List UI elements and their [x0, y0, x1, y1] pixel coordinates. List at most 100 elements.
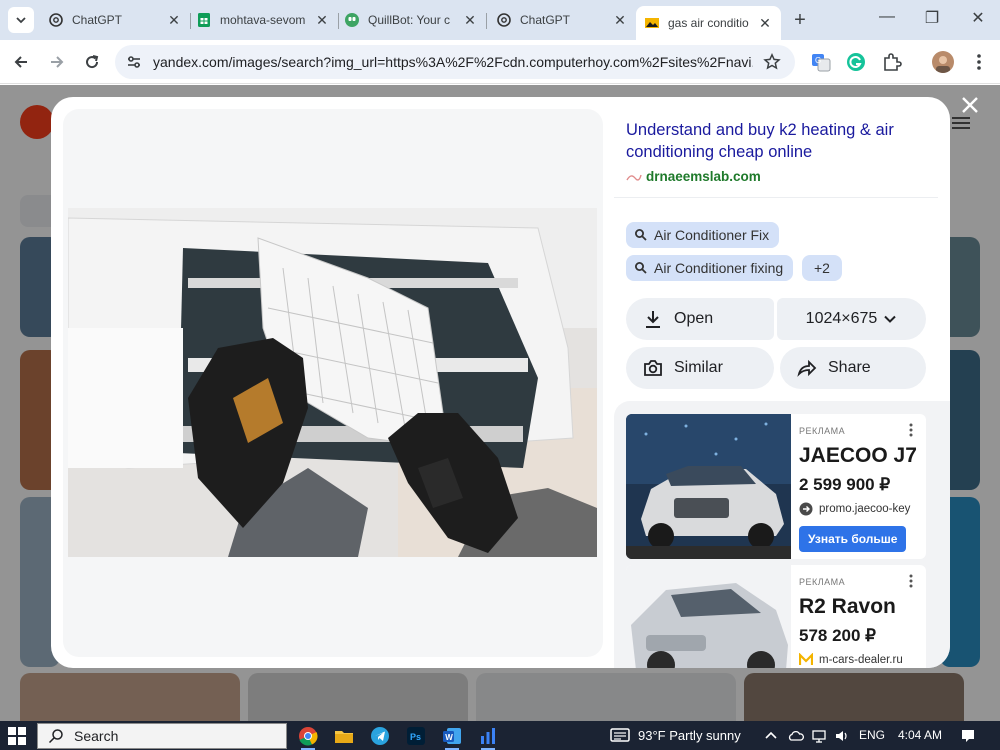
chrome-icon[interactable] [298, 726, 318, 746]
window-close-button[interactable]: ✕ [968, 8, 988, 28]
reload-button[interactable] [80, 50, 104, 74]
svg-text:Ps: Ps [410, 732, 421, 742]
ad-image[interactable] [626, 414, 791, 559]
tab-search-button[interactable] [8, 7, 34, 33]
tab-separator [486, 13, 487, 29]
extensions-icon[interactable] [881, 51, 903, 73]
tab-chatgpt-2[interactable]: ChatGPT ✕ [488, 6, 636, 34]
photoshop-icon[interactable]: Ps [406, 726, 426, 746]
tag-label: Air Conditioner fixing [654, 260, 784, 276]
windows-taskbar: Search Ps W 93°F Partly sunny ENG 4:04 A… [0, 721, 1000, 750]
taskbar-search-label: Search [74, 728, 119, 744]
volume-icon[interactable] [834, 728, 850, 744]
address-bar[interactable]: yandex.com/images/search?img_url=https%3… [115, 45, 795, 79]
grammarly-icon[interactable] [845, 51, 867, 73]
menu-dots-icon[interactable] [968, 51, 990, 73]
weather-news-icon [610, 728, 630, 742]
language-indicator[interactable]: ENG [859, 728, 885, 742]
share-button[interactable]: Share [780, 347, 926, 389]
ad-card-ravon[interactable]: РЕКЛАМА R2 Ravon 578 200 ₽ m-cars-dealer… [626, 565, 926, 668]
onedrive-icon[interactable] [788, 728, 804, 744]
new-tab-button[interactable]: + [789, 9, 811, 32]
browser-toolbar: yandex.com/images/search?img_url=https%3… [0, 40, 1000, 84]
tag-chip-air-conditioner-fix[interactable]: Air Conditioner Fix [626, 222, 780, 248]
search-icon [635, 262, 647, 274]
telegram-icon[interactable] [370, 726, 390, 746]
reload-icon [86, 55, 99, 69]
arrow-left-icon [14, 56, 27, 68]
chevron-up-icon[interactable] [763, 728, 779, 744]
open-button[interactable]: Open [626, 298, 774, 340]
ad-image[interactable] [626, 565, 791, 668]
more-tags-chip[interactable]: +2 [802, 255, 842, 281]
profile-avatar[interactable] [932, 51, 954, 73]
openai-icon [49, 13, 63, 27]
file-explorer-icon[interactable] [334, 726, 354, 746]
source-card: Understand and buy k2 heating & air cond… [614, 105, 938, 393]
tab-label: ChatGPT [520, 13, 571, 27]
network-icon[interactable] [811, 728, 827, 744]
taskbar-search-box[interactable]: Search [37, 723, 287, 749]
ad-title[interactable]: R2 Ravon [799, 595, 896, 619]
search-icon [635, 229, 647, 241]
arrow-circle-icon [799, 502, 813, 516]
star-icon [763, 53, 781, 70]
ad-card-jaecoo[interactable]: РЕКЛАМА JAECOO J7 2 599 900 ₽ promo.jaec… [626, 414, 926, 559]
ad-domain-text: m-cars-dealer.ru [819, 654, 903, 666]
ad-domain[interactable]: m-cars-dealer.ru [799, 653, 924, 667]
image-info-panel: Understand and buy k2 heating & air cond… [614, 97, 950, 668]
ad-title[interactable]: JAECOO J7 [799, 444, 917, 468]
tab-close-icon[interactable]: ✕ [462, 12, 478, 29]
similar-button[interactable]: Similar [626, 347, 774, 389]
weather-widget[interactable]: 93°F Partly sunny [610, 727, 741, 743]
notification-icon[interactable] [960, 728, 976, 744]
learn-more-button[interactable]: Узнать больше [799, 526, 907, 552]
tab-close-icon[interactable]: ✕ [166, 12, 182, 29]
windows-start-icon[interactable] [8, 727, 26, 745]
clock[interactable]: 4:04 AM [898, 728, 942, 742]
ad-price: 578 200 ₽ [799, 626, 876, 645]
air-conditioner-repair-photo [68, 208, 597, 557]
tab-quillbot[interactable]: QuillBot: Your c ✕ [336, 6, 486, 34]
google-sheets-icon [198, 13, 210, 27]
tab-mohtava-sevom[interactable]: mohtava-sevom ✕ [188, 6, 338, 34]
tab-gas-air-conditioning[interactable]: gas air conditio ✕ [636, 6, 781, 40]
url-text[interactable]: yandex.com/images/search?img_url=https%3… [153, 54, 753, 70]
svg-text:G: G [815, 56, 821, 65]
ads-section: РЕКЛАМА JAECOO J7 2 599 900 ₽ promo.jaec… [614, 401, 950, 668]
modal-close-button[interactable] [957, 92, 983, 118]
arrow-right-icon [51, 56, 64, 68]
image-size-dropdown[interactable]: 1024×675 [777, 298, 926, 340]
more-options-icon[interactable] [904, 573, 918, 589]
site-settings-icon[interactable] [125, 53, 143, 71]
forward-button[interactable] [45, 50, 69, 74]
restore-button[interactable]: ❐ [922, 8, 942, 28]
source-title-link[interactable]: Understand and buy k2 heating & air cond… [626, 119, 926, 163]
camera-search-icon [644, 360, 662, 376]
ad-domain[interactable]: promo.jaecoo-key [799, 502, 924, 516]
share-arrow-icon [797, 359, 817, 377]
tab-label: mohtava-sevom [220, 13, 306, 27]
tab-close-icon[interactable]: ✕ [612, 12, 628, 29]
source-site[interactable]: drnaeemslab.com [626, 169, 761, 184]
size-label: 1024×675 [805, 310, 878, 327]
tab-close-icon[interactable]: ✕ [314, 12, 330, 29]
download-icon [646, 311, 660, 328]
share-label: Share [828, 359, 871, 376]
ad-domain-text: promo.jaecoo-key [819, 503, 911, 515]
chart-app-icon[interactable] [478, 726, 498, 746]
main-image[interactable] [68, 208, 597, 557]
bookmark-button[interactable] [761, 51, 783, 73]
tag-chip-air-conditioner-fixing[interactable]: Air Conditioner fixing [626, 255, 794, 281]
google-translate-icon[interactable]: G [810, 51, 832, 73]
car-photo [626, 565, 791, 668]
word-icon[interactable]: W [442, 726, 462, 746]
weather-text: 93°F Partly sunny [638, 727, 741, 743]
tab-chatgpt-1[interactable]: ChatGPT ✕ [40, 6, 190, 34]
tag-label: Air Conditioner Fix [654, 227, 770, 243]
tab-close-icon[interactable]: ✕ [757, 15, 773, 32]
back-button[interactable] [9, 50, 33, 74]
more-options-icon[interactable] [904, 422, 918, 438]
minimize-button[interactable]: — [877, 8, 897, 26]
chevron-down-icon [884, 315, 897, 323]
